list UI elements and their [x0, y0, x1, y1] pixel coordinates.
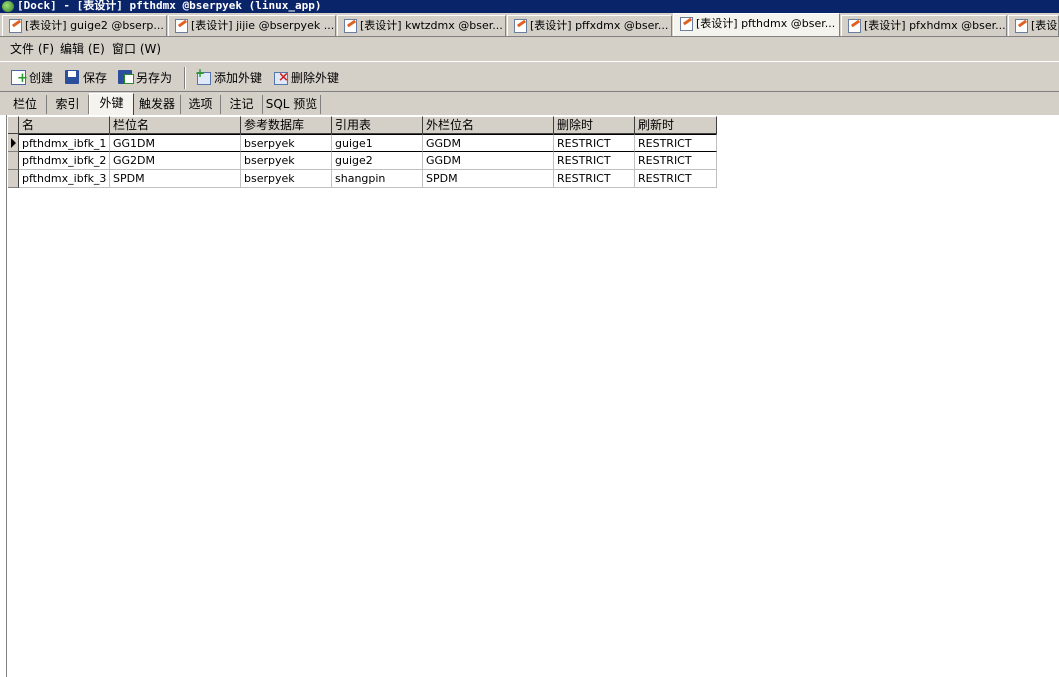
column-header-ref-database[interactable]: 参考数据库 — [241, 116, 332, 134]
table-design-icon — [513, 19, 527, 33]
cell-on-update[interactable]: RESTRICT — [635, 170, 717, 188]
create-button[interactable]: 创建 — [10, 68, 53, 88]
save-as-icon — [117, 69, 134, 85]
doc-tab-label: [表设计] kwtzdmx @bser... — [360, 19, 503, 32]
column-header-name[interactable]: 名 — [19, 116, 110, 134]
cell-name[interactable]: pfthdmx_ibfk_2 — [19, 152, 110, 170]
delete-foreign-key-icon — [272, 69, 289, 85]
tab-options[interactable]: 选项 — [181, 95, 221, 114]
table-design-icon — [174, 19, 188, 33]
row-selector-header — [8, 116, 19, 134]
menu-window[interactable]: 窗口 (W) — [112, 37, 161, 61]
foreign-key-grid-area: 名 栏位名 参考数据库 引用表 外栏位名 删除时 刷新时 pfthdmx_ibf… — [0, 115, 1059, 677]
toolbar-separator — [184, 67, 186, 89]
tab-comment[interactable]: 注记 — [221, 95, 263, 114]
column-header-ref-field[interactable]: 外栏位名 — [423, 116, 554, 134]
add-foreign-key-icon — [195, 67, 211, 85]
delete-foreign-key-button[interactable]: 删除外键 — [272, 68, 339, 88]
window-title: [Dock] - [表设计] pfthdmx @bserpyek (linux_… — [17, 0, 322, 12]
doc-tab-more[interactable]: [表设 — [1008, 15, 1059, 36]
window-titlebar: [Dock] - [表设计] pfthdmx @bserpyek (linux_… — [0, 0, 1059, 13]
panel-border — [6, 115, 7, 677]
app-icon — [2, 1, 14, 12]
save-icon — [64, 69, 80, 85]
cell-ref-table[interactable]: guige2 — [332, 152, 423, 170]
save-button[interactable]: 保存 — [64, 68, 107, 88]
row-selector[interactable] — [8, 152, 19, 170]
save-label: 保存 — [83, 71, 108, 85]
cell-on-delete[interactable]: RESTRICT — [554, 134, 635, 152]
cell-ref-field[interactable]: GGDM — [423, 152, 554, 170]
cell-ref-table[interactable]: shangpin — [332, 170, 423, 188]
cell-ref-field[interactable]: SPDM — [423, 170, 554, 188]
table-design-icon — [343, 19, 357, 33]
doc-tab-guige2[interactable]: [表设计] guige2 @bserp... — [2, 15, 167, 36]
doc-tab-label: [表设 — [1031, 19, 1058, 32]
cell-ref-database[interactable]: bserpyek — [241, 134, 332, 152]
cell-on-update[interactable]: RESTRICT — [635, 152, 717, 170]
new-table-icon — [10, 69, 28, 85]
tab-foreign-keys[interactable]: 外键 — [89, 93, 134, 115]
table-design-icon — [679, 17, 693, 31]
cell-field[interactable]: SPDM — [110, 170, 241, 188]
cell-ref-field[interactable]: GGDM — [423, 134, 554, 152]
cell-ref-table[interactable]: guige1 — [332, 134, 423, 152]
doc-tab-label: [表设计] pfxhdmx @bser... — [864, 19, 1006, 32]
cell-name[interactable]: pfthdmx_ibfk_1 — [19, 134, 110, 152]
table-design-icon — [847, 19, 861, 33]
cell-name[interactable]: pfthdmx_ibfk_3 — [19, 170, 110, 188]
save-as-label: 另存为 — [136, 71, 173, 85]
row-selector[interactable] — [8, 170, 19, 188]
cell-ref-database[interactable]: bserpyek — [241, 170, 332, 188]
menu-edit[interactable]: 编辑 (E) — [60, 37, 105, 61]
cell-ref-database[interactable]: bserpyek — [241, 152, 332, 170]
table-design-icon — [1014, 19, 1028, 33]
menu-file[interactable]: 文件 (F) — [10, 37, 54, 61]
column-header-field[interactable]: 栏位名 — [110, 116, 241, 134]
current-row-pointer-icon — [11, 138, 16, 148]
cell-on-delete[interactable]: RESTRICT — [554, 152, 635, 170]
doc-tab-label: [表设计] pffxdmx @bser... — [530, 19, 669, 32]
cell-field[interactable]: GG2DM — [110, 152, 241, 170]
save-as-button[interactable]: 另存为 — [117, 68, 172, 88]
doc-tab-pfthdmx[interactable]: [表设计] pfthdmx @bser... — [673, 13, 840, 36]
cell-on-update[interactable]: RESTRICT — [635, 134, 717, 152]
table-design-icon — [8, 19, 22, 33]
design-tab-bar: 栏位 索引 外键 触发器 选项 注记 SQL 预览 — [0, 92, 1059, 115]
doc-tab-pfxhdmx[interactable]: [表设计] pfxhdmx @bser... — [841, 15, 1007, 36]
tab-fields[interactable]: 栏位 — [4, 95, 47, 114]
cell-on-delete[interactable]: RESTRICT — [554, 170, 635, 188]
column-header-on-delete[interactable]: 删除时 — [554, 116, 635, 134]
toolbar: 创建 保存 另存为 添加外键 删除外键 — [0, 61, 1059, 92]
add-foreign-key-button[interactable]: 添加外键 — [195, 67, 263, 88]
tab-triggers[interactable]: 触发器 — [134, 95, 181, 114]
delete-foreign-key-label: 删除外键 — [291, 71, 340, 85]
cell-field[interactable]: GG1DM — [110, 134, 241, 152]
create-label: 创建 — [29, 71, 54, 85]
doc-tab-pffxdmx[interactable]: [表设计] pffxdmx @bser... — [507, 15, 672, 36]
row-selector[interactable] — [8, 134, 19, 152]
document-tab-bar: [表设计] guige2 @bserp... [表设计] jijie @bser… — [0, 13, 1059, 37]
doc-tab-jijie[interactable]: [表设计] jijie @bserpyek ... — [168, 15, 336, 36]
tab-sql-preview[interactable]: SQL 预览 — [263, 95, 321, 114]
doc-tab-label: [表设计] jijie @bserpyek ... — [191, 19, 335, 32]
menu-bar: 文件 (F) 编辑 (E) 窗口 (W) — [0, 37, 1059, 61]
column-header-ref-table[interactable]: 引用表 — [332, 116, 423, 134]
column-header-on-update[interactable]: 刷新时 — [635, 116, 717, 134]
tab-indexes[interactable]: 索引 — [47, 95, 89, 114]
add-foreign-key-label: 添加外键 — [214, 71, 263, 85]
doc-tab-label: [表设计] guige2 @bserp... — [25, 19, 164, 32]
doc-tab-kwtzdmx[interactable]: [表设计] kwtzdmx @bser... — [337, 15, 506, 36]
doc-tab-label: [表设计] pfthdmx @bser... — [696, 17, 836, 30]
